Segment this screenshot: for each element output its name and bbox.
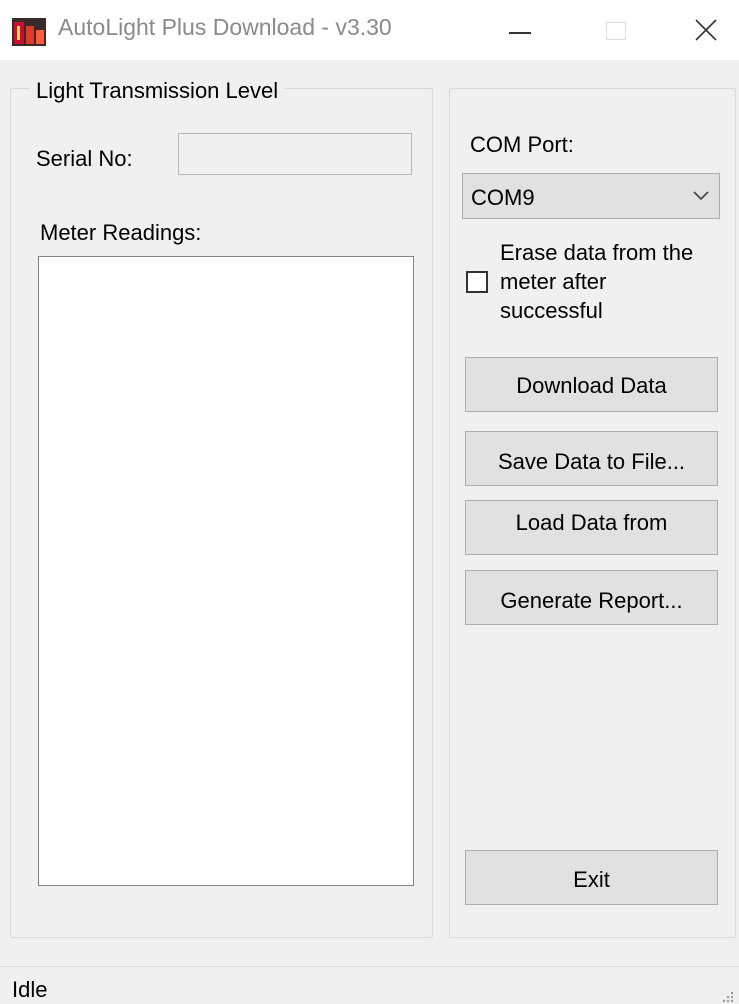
close-button[interactable] [676, 0, 736, 60]
com-port-label: COM Port: [470, 132, 574, 157]
maximize-icon [606, 22, 626, 40]
load-data-button[interactable]: Load Data from [465, 500, 718, 555]
close-icon [695, 19, 717, 41]
save-data-label: Save Data to File... [497, 449, 686, 474]
app-window: AutoLight Plus Download - v3.30 Light Tr… [0, 0, 739, 1004]
generate-report-button[interactable]: Generate Report... [465, 570, 718, 625]
window-title: AutoLight Plus Download - v3.30 [58, 14, 392, 40]
com-port-value: COM9 [471, 185, 535, 210]
load-data-label: Load Data from [515, 510, 668, 535]
status-bar: Idle [0, 966, 739, 1004]
app-icon [12, 18, 46, 46]
title-bar[interactable]: AutoLight Plus Download - v3.30 [0, 0, 739, 60]
serial-no-field[interactable] [178, 133, 412, 175]
meter-readings-list[interactable] [38, 256, 414, 886]
exit-label: Exit [573, 867, 610, 892]
download-data-button[interactable]: Download Data [465, 357, 718, 412]
minimize-icon [509, 32, 531, 34]
status-text: Idle [12, 977, 48, 1002]
com-port-select[interactable]: COM9 [462, 173, 720, 219]
erase-data-checkbox[interactable] [466, 271, 488, 293]
serial-no-label: Serial No: [36, 146, 133, 171]
meter-readings-label: Meter Readings: [40, 220, 202, 245]
exit-button[interactable]: Exit [465, 850, 718, 905]
resize-grip-icon[interactable] [721, 989, 735, 1003]
chevron-down-icon [693, 191, 709, 201]
minimize-button[interactable] [493, 0, 553, 60]
erase-data-label[interactable]: Erase data from the meter after successf… [500, 238, 700, 325]
save-data-button[interactable]: Save Data to File... [465, 431, 718, 486]
generate-report-label: Generate Report... [500, 588, 683, 613]
download-data-label: Download Data [516, 373, 667, 398]
maximize-button[interactable] [586, 0, 646, 60]
group-title: Light Transmission Level [30, 78, 285, 104]
